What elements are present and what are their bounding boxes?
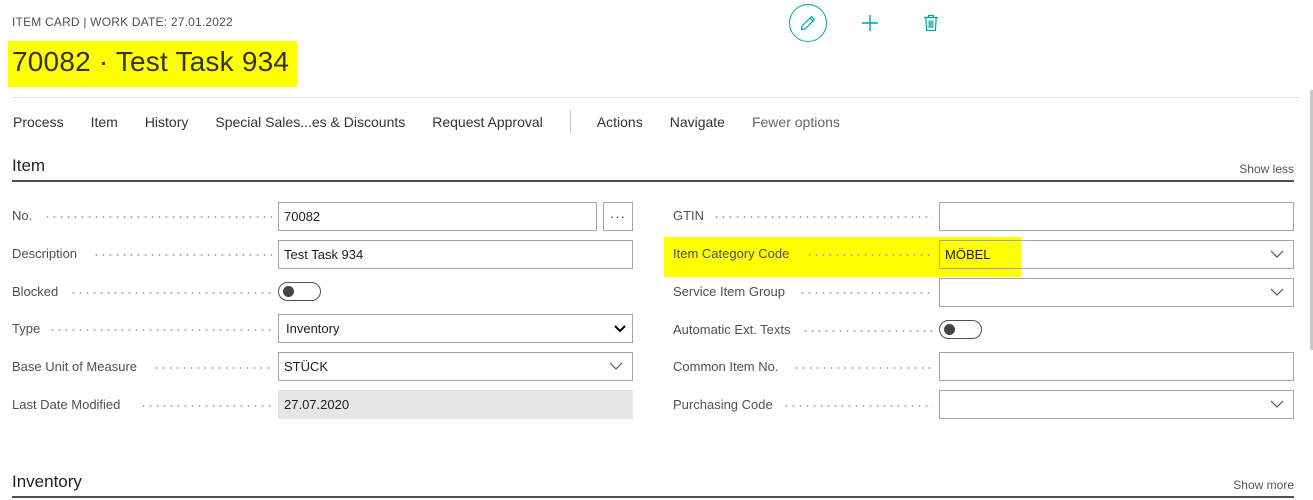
description-field[interactable]: Test Task 934 (278, 240, 633, 269)
item-category-value: MÖBEL (945, 247, 991, 262)
menu-special-sales[interactable]: Special Sales...es & Discounts (215, 114, 405, 130)
auto-ext-texts-toggle[interactable] (939, 320, 982, 339)
label-purchasing-code: Purchasing Code (673, 397, 773, 412)
show-less-link[interactable]: Show less (1239, 162, 1294, 176)
leader-dots (70, 292, 272, 294)
header-divider (12, 97, 1300, 98)
section-divider-inventory (12, 496, 1294, 498)
trash-icon (924, 14, 938, 32)
base-uom-value: STÜCK (284, 359, 329, 374)
label-base-uom: Base Unit of Measure (12, 359, 138, 374)
chevron-down-icon (609, 362, 623, 370)
last-modified-field: 27.07.2020 (278, 390, 633, 419)
base-uom-field[interactable]: STÜCK (278, 352, 633, 381)
label-blocked: Blocked (12, 284, 59, 299)
no-field[interactable]: 70082 (278, 202, 597, 231)
leader-dots (802, 330, 933, 332)
leader-dots (799, 292, 933, 294)
chevron-down-icon (1270, 400, 1284, 408)
chevron-down-icon (1270, 288, 1284, 296)
section-divider-item (12, 180, 1294, 182)
menu-separator (569, 110, 571, 134)
leader-dots (93, 254, 272, 256)
label-item-category: Item Category Code (673, 246, 790, 261)
fewer-options-link[interactable]: Fewer options (752, 114, 840, 130)
label-common-item-no: Common Item No. (673, 359, 779, 374)
no-assist-button[interactable]: ··· (603, 202, 633, 231)
leader-dots (713, 216, 933, 218)
label-auto-ext-texts: Automatic Ext. Texts (673, 322, 791, 337)
show-more-link[interactable]: Show more (1233, 478, 1294, 492)
label-gtin: GTIN (673, 208, 705, 223)
leader-dots (806, 254, 933, 256)
leader-dots (793, 367, 933, 369)
pencil-icon (800, 15, 816, 31)
leader-dots (140, 405, 272, 407)
leader-dots (44, 216, 272, 218)
gtin-field[interactable] (939, 202, 1294, 231)
menu-request-approval[interactable]: Request Approval (432, 114, 543, 130)
blocked-toggle[interactable] (278, 282, 321, 301)
type-select[interactable]: Inventory (278, 314, 633, 343)
label-last-modified: Last Date Modified (12, 397, 121, 412)
action-menu: Process Item History Special Sales...es … (13, 110, 867, 134)
common-item-no-field[interactable] (939, 352, 1294, 381)
top-actions (789, 4, 943, 42)
leader-dots (783, 405, 933, 407)
toggle-knob (283, 286, 294, 297)
plus-icon (862, 15, 878, 31)
menu-navigate[interactable]: Navigate (670, 114, 725, 130)
chevron-down-icon (614, 325, 626, 333)
purchasing-code-field[interactable] (939, 390, 1294, 419)
leader-dots (49, 329, 272, 331)
label-type: Type (12, 321, 41, 336)
service-group-field[interactable] (939, 278, 1294, 307)
menu-actions[interactable]: Actions (597, 114, 643, 130)
chevron-down-icon (1270, 250, 1284, 258)
menu-process[interactable]: Process (13, 114, 64, 130)
leader-dots (153, 367, 272, 369)
edit-button[interactable] (789, 4, 827, 42)
label-description: Description (12, 246, 78, 261)
item-category-field[interactable]: MÖBEL (939, 240, 1294, 269)
section-title-inventory[interactable]: Inventory (12, 472, 82, 492)
new-button[interactable] (858, 11, 882, 35)
label-no: No. (12, 208, 33, 223)
toggle-knob (944, 324, 955, 335)
section-title-item[interactable]: Item (12, 156, 45, 176)
type-select-value: Inventory (286, 321, 340, 336)
menu-item[interactable]: Item (91, 114, 118, 130)
page-title: 70082 · Test Task 934 (12, 46, 290, 77)
page-caption: ITEM CARD | WORK DATE: 27.01.2022 (12, 15, 233, 29)
delete-button[interactable] (919, 11, 943, 35)
menu-history[interactable]: History (145, 114, 189, 130)
label-service-group: Service Item Group (673, 284, 785, 299)
